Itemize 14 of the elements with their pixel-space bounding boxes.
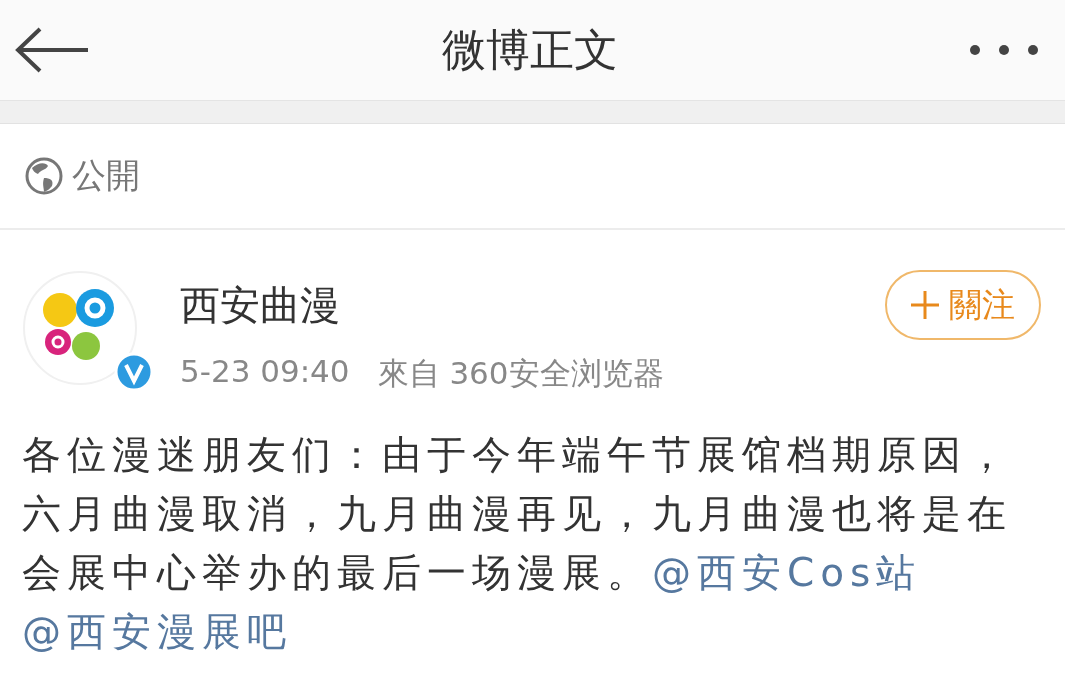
- mention-link[interactable]: @西安漫展吧: [22, 609, 292, 654]
- visibility-label: 公開: [72, 154, 140, 197]
- post-source: 來自 360安全浏览器: [377, 354, 664, 393]
- more-icon[interactable]: [969, 44, 1039, 56]
- logo-icon: [22, 270, 138, 386]
- follow-button[interactable]: 關注: [885, 270, 1041, 340]
- post-text: 各位漫迷朋友们：由于今年端午节展馆档期原因，六月曲漫取消，九月曲漫再见，九月曲漫也将是在会展中心举办的最后一场漫展。@西安Cos站 @西安漫展吧: [22, 431, 1013, 656]
- author-name[interactable]: 西安曲漫: [180, 278, 885, 333]
- back-icon[interactable]: [14, 27, 90, 73]
- globe-icon: [24, 156, 64, 196]
- mention-link[interactable]: @西安Cos站: [652, 550, 922, 595]
- plus-icon: [909, 289, 941, 321]
- post-time: 5-23 09:40: [180, 353, 350, 391]
- page-title: 微博正文: [441, 22, 618, 77]
